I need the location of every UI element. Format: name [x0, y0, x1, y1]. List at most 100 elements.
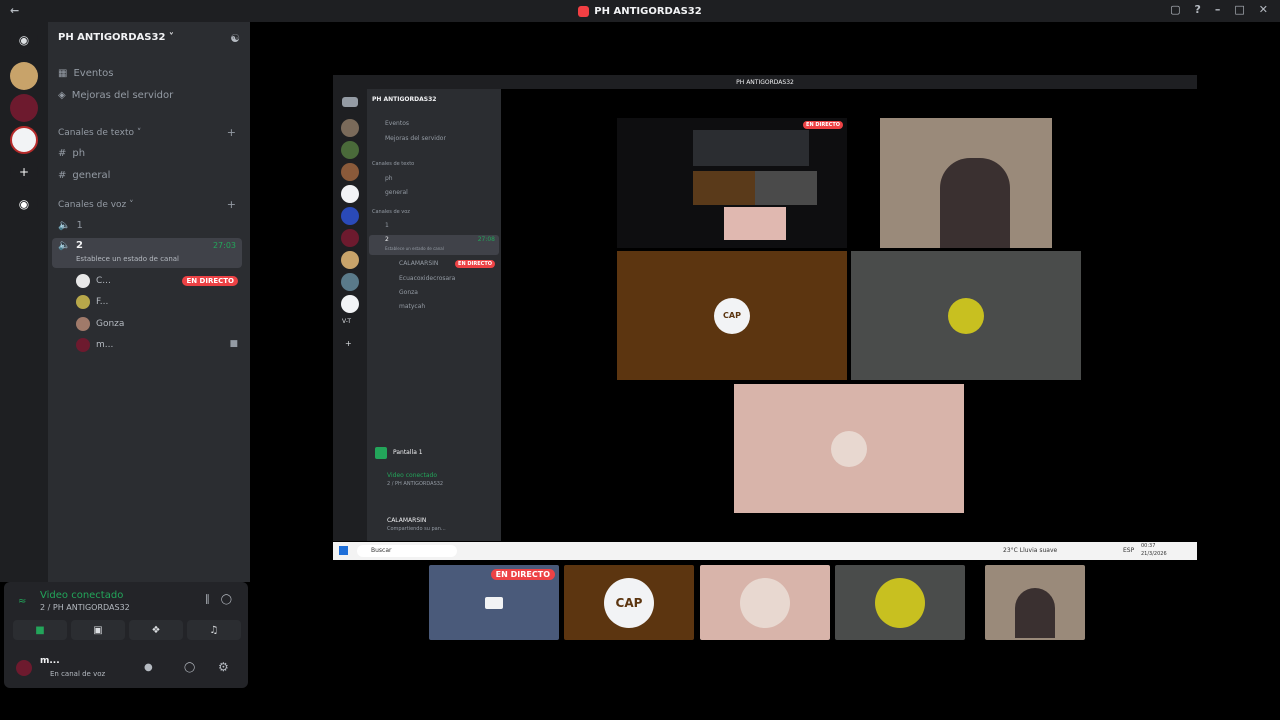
- soundboard-icon: ♫: [209, 624, 219, 636]
- inner-server-icon: [341, 251, 359, 269]
- discover-icon[interactable]: ◉: [10, 190, 38, 218]
- strip-tile-team[interactable]: [835, 565, 965, 640]
- camera-icon: ■: [229, 339, 238, 349]
- add-voice-channel-icon[interactable]: +: [227, 198, 236, 211]
- profile-avatar-tile: [734, 384, 964, 513]
- voice-channel-2-active[interactable]: 🔈 2 27:03 Establece un estado de canal: [52, 238, 242, 268]
- camera-button[interactable]: ■: [13, 620, 67, 640]
- signal-icon[interactable]: ≈: [18, 596, 26, 607]
- strip-tile-cap[interactable]: CAP: [564, 565, 694, 640]
- inner-server-icon: [341, 163, 359, 181]
- inbox-icon[interactable]: ▢: [1170, 3, 1180, 16]
- speaker-icon: 🔈: [58, 220, 71, 231]
- avatar: [76, 274, 90, 288]
- invite-icon[interactable]: ☯: [230, 32, 240, 45]
- sidebar-item-events[interactable]: ▦ Eventos: [58, 68, 113, 79]
- inner-server-icon: [341, 141, 359, 159]
- minimize-button[interactable]: –: [1215, 3, 1221, 16]
- cap-crest-icon: CAP: [604, 577, 654, 628]
- video-icon: ■: [35, 624, 45, 636]
- close-button[interactable]: ✕: [1259, 3, 1268, 16]
- server-rail: ◉ + ◉: [0, 22, 48, 582]
- inner-server-icon: [341, 229, 359, 247]
- user-name: m...: [40, 656, 60, 666]
- inner-taskbar: Buscar 23°C Lluvia suave ESP 00:37 21/3/…: [333, 542, 1197, 560]
- connection-status: Video conectado: [40, 590, 124, 601]
- channel-sidebar: PH ANTIGORDAS32 ˅ ☯ ▦ Eventos ◈ Mejoras …: [48, 22, 250, 582]
- maximize-button[interactable]: □: [1234, 3, 1244, 16]
- nested-screen-tile: EN DIRECTO: [617, 118, 847, 248]
- voice-channel-1[interactable]: 🔈 1: [58, 220, 83, 231]
- channel-ph[interactable]: # ph: [58, 148, 85, 159]
- server-icon-active[interactable]: [10, 126, 38, 154]
- inner-server-icon: [341, 185, 359, 203]
- text-category[interactable]: Canales de texto ˅: [58, 128, 141, 138]
- channel-status-hint[interactable]: Establece un estado de canal: [76, 255, 179, 263]
- hash-icon: #: [58, 148, 67, 159]
- inner-title-bar: PH ANTIGORDAS32: [333, 75, 1197, 89]
- activities-button[interactable]: ❖: [129, 620, 183, 640]
- server-name[interactable]: PH ANTIGORDAS32 ˅: [58, 32, 174, 43]
- team-avatar-icon: [948, 297, 984, 334]
- avatar: [76, 295, 90, 309]
- avatar: [76, 317, 90, 331]
- voice-user-2[interactable]: F...: [76, 295, 108, 309]
- inner-server-icon: [341, 273, 359, 291]
- profile-avatar-icon: [831, 430, 867, 467]
- taskbar-search: Buscar: [357, 545, 457, 557]
- voice-user-1[interactable]: C...: [76, 274, 111, 288]
- title-bar: ← PH ANTIGORDAS32 ▢ ? – □ ✕: [0, 0, 1280, 22]
- voice-connection-panel: ≈ Video conectado 2 / PH ANTIGORDAS32 ∥ …: [4, 582, 248, 688]
- mic-icon[interactable]: ●: [144, 662, 153, 673]
- user-status: En canal de voz: [50, 670, 106, 678]
- inner-server-icon: [341, 119, 359, 137]
- windows-start-icon: [339, 546, 348, 555]
- disconnect-icon[interactable]: ◯: [221, 594, 232, 605]
- server-icon-2[interactable]: [10, 94, 38, 122]
- strip-tile-profile[interactable]: [700, 565, 830, 640]
- cap-avatar-tile: CAP: [617, 251, 847, 380]
- inner-channel-sidebar: PH ANTIGORDAS32 Eventos Mejoras del serv…: [367, 89, 501, 541]
- help-icon[interactable]: ?: [1194, 3, 1200, 16]
- noise-suppression-icon[interactable]: ∥: [205, 594, 210, 605]
- inner-rail-label: V-T: [342, 318, 352, 325]
- server-icon-1[interactable]: [10, 62, 38, 90]
- add-server-icon[interactable]: +: [10, 158, 38, 186]
- voice-category[interactable]: Canales de voz ˅: [58, 200, 134, 210]
- boost-icon: ◈: [58, 90, 66, 101]
- window-title: PH ANTIGORDAS32: [594, 5, 702, 17]
- discord-home-icon[interactable]: ◉: [10, 26, 38, 54]
- strip-tile-stream[interactable]: EN DIRECTO: [429, 565, 559, 640]
- voice-user-3[interactable]: Gonza: [76, 317, 124, 331]
- back-arrow-icon[interactable]: ←: [10, 4, 19, 17]
- inner-server-rail: V-T +: [333, 89, 367, 541]
- sidebar-item-boosts[interactable]: ◈ Mejoras del servidor: [58, 90, 173, 101]
- headphones-icon[interactable]: ◯: [184, 662, 195, 673]
- add-text-channel-icon[interactable]: +: [227, 126, 236, 139]
- inner-server-icon: [341, 207, 359, 225]
- stream-view[interactable]: PH ANTIGORDAS32 V-T + PH ANTIGORDAS32 Ev…: [333, 75, 1197, 560]
- screen-share-icon: ▣: [93, 624, 103, 636]
- calendar-icon: ▦: [58, 68, 68, 79]
- inner-add-server-icon: +: [345, 339, 352, 348]
- app-icon: [578, 5, 590, 17]
- soundboard-button[interactable]: ♫: [187, 620, 241, 640]
- team-avatar-icon: [875, 577, 925, 628]
- user-avatar: [16, 660, 32, 676]
- channel-general[interactable]: # general: [58, 170, 110, 181]
- share-screen-button[interactable]: ▣: [71, 620, 125, 640]
- connection-channel[interactable]: 2 / PH ANTIGORDAS32: [40, 603, 130, 612]
- strip-tile-webcam[interactable]: [985, 565, 1085, 640]
- inner-discord-icon: [342, 97, 358, 107]
- settings-gear-icon[interactable]: ⚙: [218, 660, 229, 674]
- live-badge: EN DIRECTO: [490, 569, 555, 580]
- inner-server-icon: [341, 295, 359, 313]
- cap-crest-icon: CAP: [714, 297, 750, 334]
- voice-user-4[interactable]: m...: [76, 338, 113, 352]
- activities-icon: ❖: [151, 624, 161, 636]
- call-timer: 27:03: [212, 241, 236, 250]
- profile-avatar-icon: [740, 577, 790, 628]
- screen-icon: [485, 596, 503, 609]
- team-avatar-tile: [851, 251, 1081, 380]
- avatar: [76, 338, 90, 352]
